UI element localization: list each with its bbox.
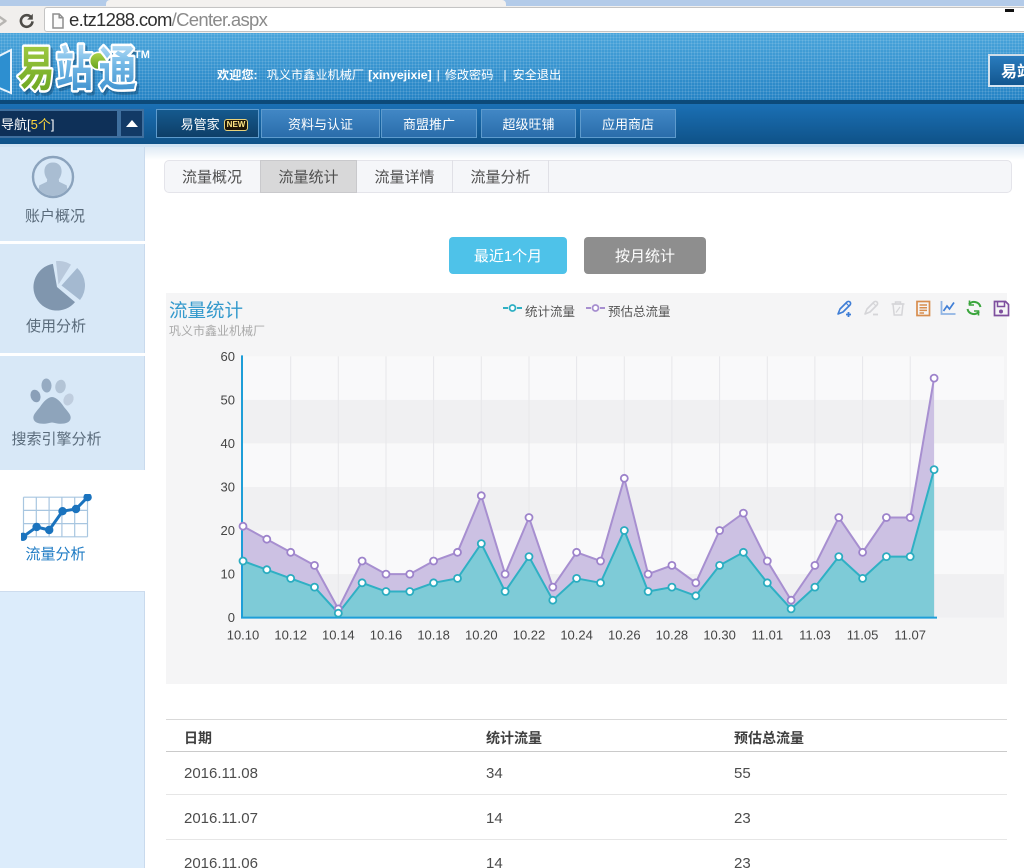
svg-text:10.26: 10.26 [608, 628, 641, 643]
svg-text:30: 30 [221, 480, 235, 495]
svg-text:站: 站 [56, 40, 93, 100]
svg-text:11.01: 11.01 [752, 628, 784, 643]
svg-text:10.28: 10.28 [656, 628, 689, 643]
svg-text:10.20: 10.20 [465, 628, 498, 643]
svg-text:10.18: 10.18 [417, 628, 450, 643]
svg-text:0: 0 [228, 610, 235, 625]
svg-text:易: 易 [17, 40, 54, 100]
svg-text:10.10: 10.10 [227, 628, 260, 643]
svg-text:10: 10 [221, 567, 235, 582]
svg-text:10.14: 10.14 [322, 628, 355, 643]
svg-text:20: 20 [221, 523, 235, 538]
svg-text:通: 通 [99, 40, 136, 100]
svg-text:10.12: 10.12 [274, 628, 307, 643]
svg-text:10.22: 10.22 [513, 628, 546, 643]
svg-text:10.16: 10.16 [370, 628, 403, 643]
svg-text:60: 60 [221, 349, 235, 364]
svg-text:11.05: 11.05 [847, 628, 879, 643]
svg-text:10.24: 10.24 [560, 628, 593, 643]
svg-text:11.07: 11.07 [894, 628, 926, 643]
svg-text:40: 40 [221, 436, 235, 451]
svg-text:10.30: 10.30 [703, 628, 736, 643]
svg-text:50: 50 [221, 392, 235, 407]
svg-text:11.03: 11.03 [799, 628, 831, 643]
